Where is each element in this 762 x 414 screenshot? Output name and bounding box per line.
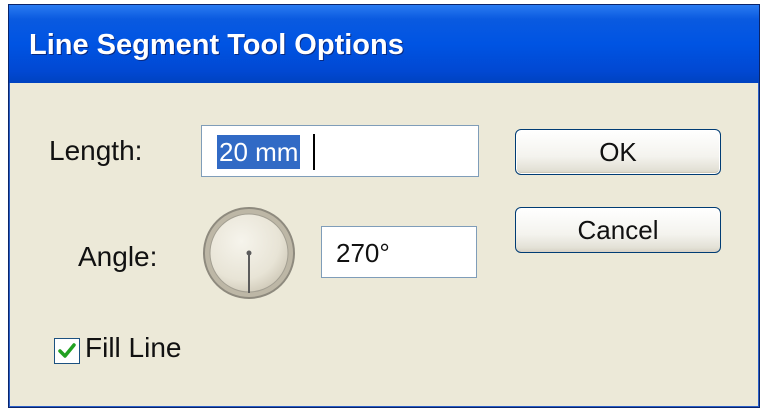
angle-input[interactable]: 270° [321,226,477,278]
line-segment-tool-options-dialog: Line Segment Tool Options Length: 20 mm … [8,4,760,408]
ok-button[interactable]: OK [515,129,721,175]
fill-line-label[interactable]: Fill Line [85,332,181,364]
dialog-title: Line Segment Tool Options [29,29,404,61]
length-value-selected: 20 mm [217,135,301,169]
fill-line-checkbox[interactable] [54,338,80,364]
angle-dial-icon[interactable] [201,205,297,301]
angle-label: Angle: [78,241,158,272]
cancel-button[interactable]: Cancel [515,207,721,253]
text-caret [313,134,315,170]
length-label: Length: [49,135,143,166]
angle-value: 270° [336,238,390,268]
length-input[interactable]: 20 mm [201,125,479,177]
title-bar[interactable]: Line Segment Tool Options [9,5,759,83]
checkmark-icon [58,343,76,358]
